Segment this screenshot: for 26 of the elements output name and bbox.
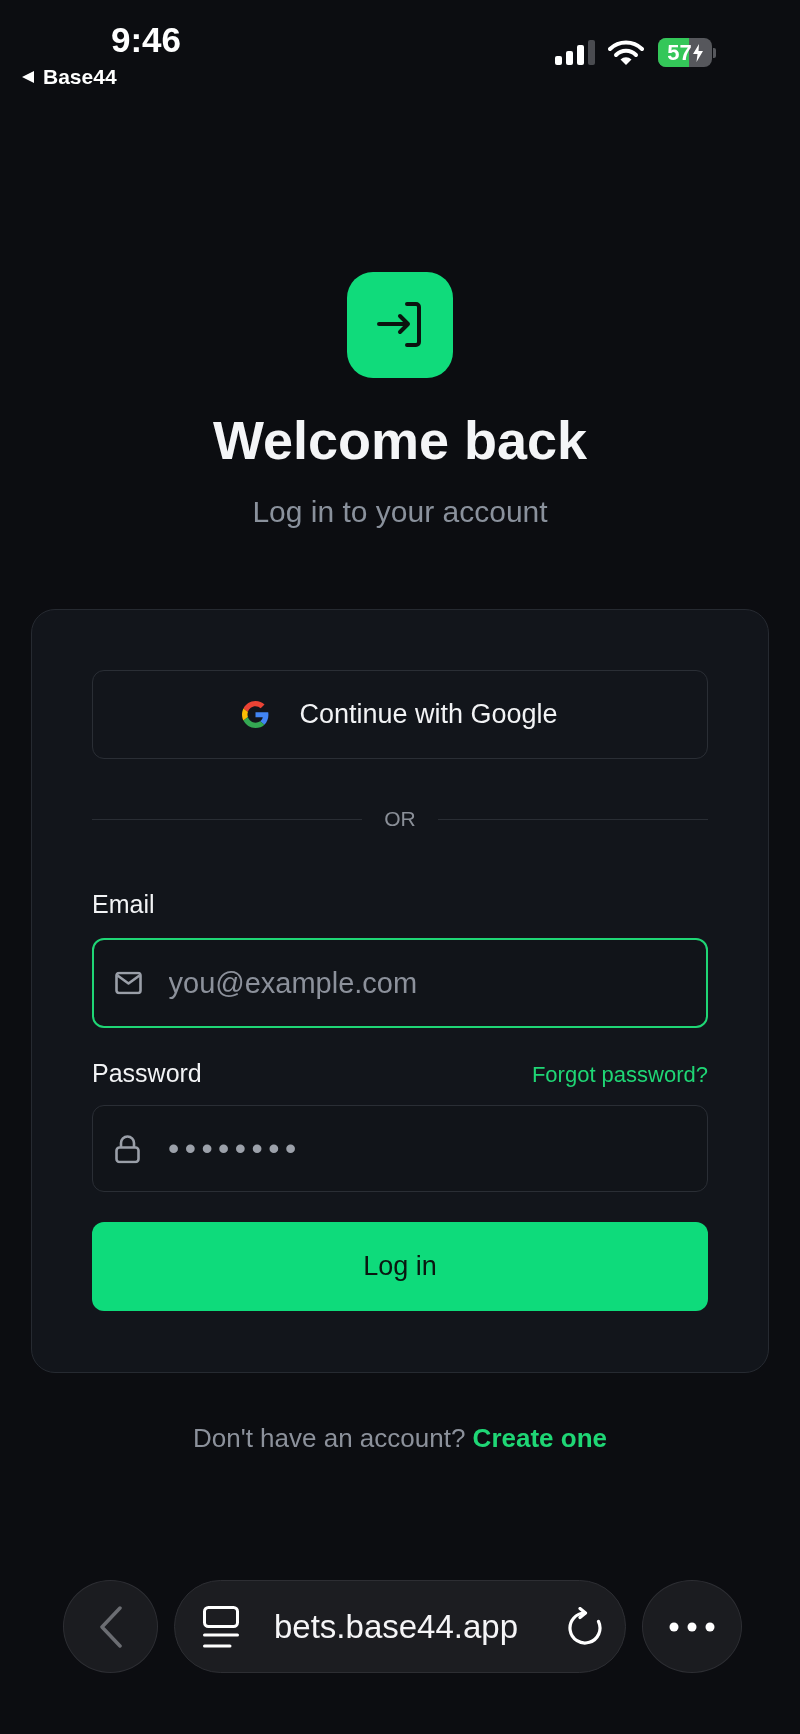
- password-field[interactable]: ••••••••: [92, 1105, 708, 1192]
- lock-icon: [115, 1134, 140, 1163]
- wifi-icon: [608, 40, 644, 65]
- password-label: Password: [92, 1059, 202, 1087]
- or-separator-label: OR: [384, 809, 416, 829]
- forgot-password-link[interactable]: Forgot password?: [531, 1062, 708, 1088]
- signup-prompt: Don't have an account? Create one: [193, 1423, 607, 1453]
- page-title: Welcome back: [212, 410, 588, 470]
- google-logo-icon: [242, 701, 270, 728]
- page-format-icon[interactable]: [203, 1605, 239, 1648]
- email-field[interactable]: you@example.com: [92, 938, 708, 1028]
- reload-icon[interactable]: [567, 1607, 603, 1646]
- mail-icon: [115, 971, 142, 995]
- back-triangle-icon: [22, 71, 34, 83]
- address-bar[interactable]: bets.base44.app: [174, 1580, 626, 1673]
- back-to-app-link[interactable]: Base44: [22, 65, 117, 89]
- ellipsis-icon: [669, 1621, 715, 1632]
- email-label: Email: [92, 890, 155, 918]
- google-button[interactable]: Continue with Google: [92, 670, 708, 759]
- page-subtitle: Log in to your account: [252, 495, 548, 529]
- create-account-link[interactable]: Create one: [472, 1423, 607, 1453]
- status-time: 9:46: [111, 20, 182, 60]
- chevron-left-icon: [98, 1605, 123, 1648]
- login-button[interactable]: Log in: [92, 1222, 708, 1311]
- signal-icon: [555, 40, 595, 65]
- address-url[interactable]: bets.base44.app: [274, 1607, 519, 1646]
